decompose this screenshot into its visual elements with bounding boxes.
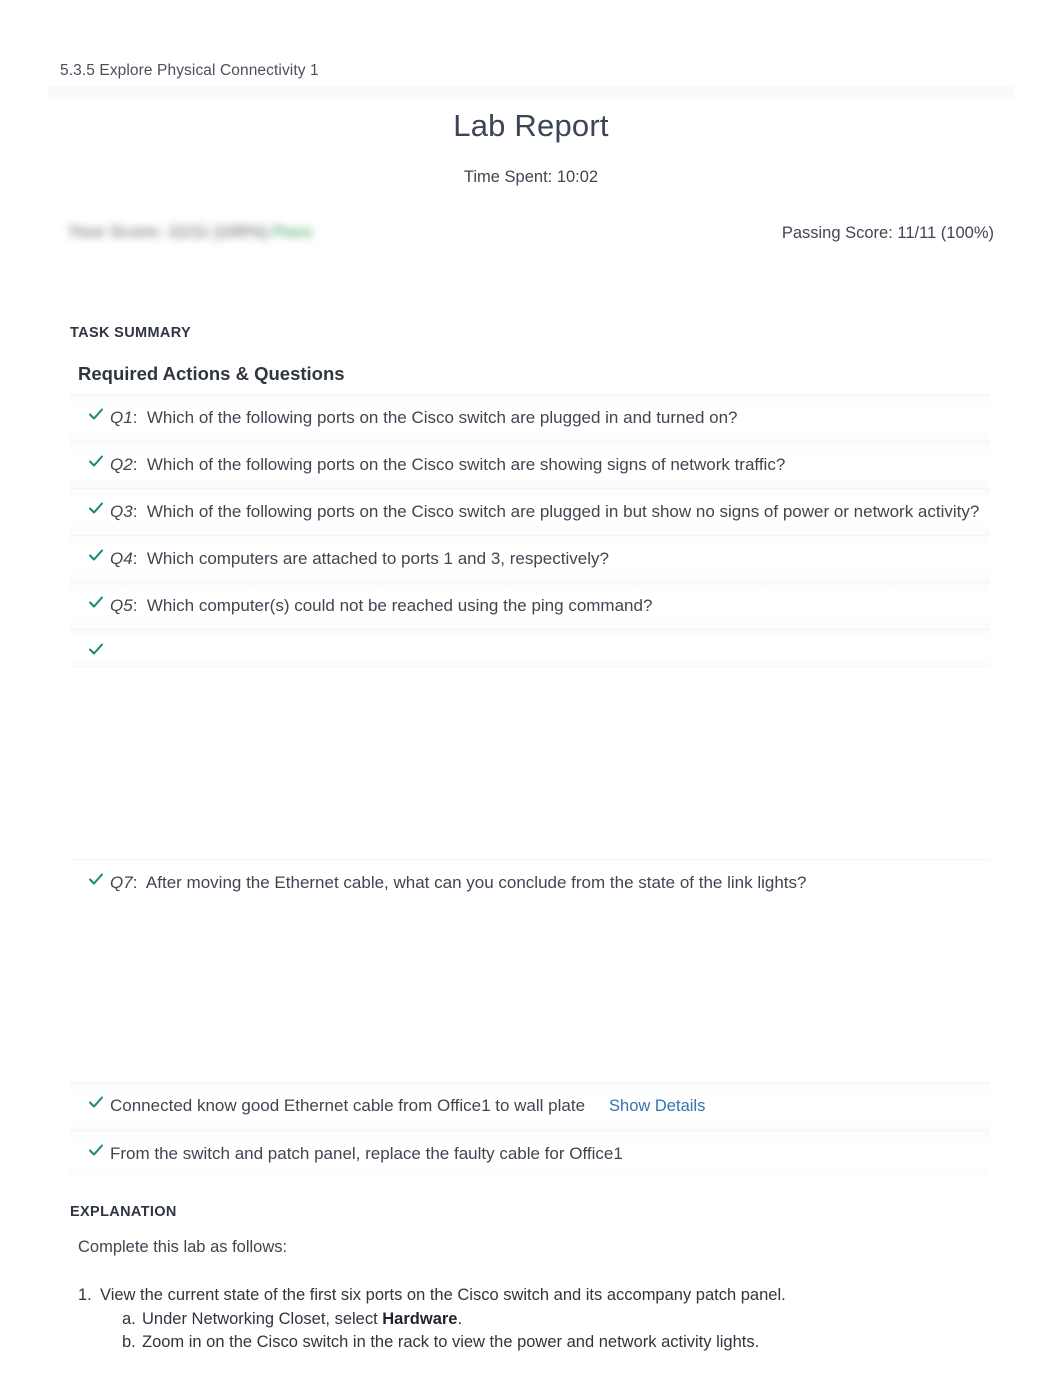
table-row: Q4: Which computers are attached to port… [70, 535, 990, 582]
question-label: Q1 [110, 408, 133, 427]
question-text: Which computer(s) could not be reached u… [146, 596, 653, 615]
check-icon [88, 500, 104, 516]
question-label: Q4 [110, 549, 133, 568]
step-text: View the current state of the first six … [100, 1286, 786, 1304]
task-summary-heading: TASK SUMMARY [70, 325, 191, 341]
your-score-redacted: Your Score: 11/11 (100%) Pass [68, 222, 312, 242]
task-row-text: Connected know good Ethernet cable from … [70, 1093, 990, 1119]
blank-answer-area-2 [70, 906, 990, 1082]
substep-number: b. [122, 1333, 136, 1351]
table-row: Q1: Which of the following ports on the … [70, 394, 990, 441]
list-item: b. Zoom in on the Cisco switch in the ra… [122, 1331, 978, 1355]
task-row-text: Q1: Which of the following ports on the … [110, 408, 738, 427]
question-label: Q3 [110, 502, 133, 521]
check-icon [88, 453, 104, 469]
table-row: Q2: Which of the following ports on the … [70, 441, 990, 488]
table-row: Q5: Which computer(s) could not be reach… [70, 582, 990, 629]
table-row [70, 629, 990, 667]
task-row-text: Q5: Which computer(s) could not be reach… [110, 596, 653, 615]
lab-report-page: 5.3.5 Explore Physical Connectivity 1 La… [0, 0, 1062, 1377]
check-icon [88, 1094, 104, 1110]
explanation-substeps: a. Under Networking Closet, select Hardw… [100, 1308, 978, 1355]
blank-answer-area [70, 667, 990, 859]
show-details-link[interactable]: Show Details [609, 1097, 705, 1115]
time-spent-text: Time Spent: 10:02 [463, 168, 599, 186]
check-icon [88, 547, 104, 563]
score-row: Your Score: 11/11 (100%) Pass Passing Sc… [0, 212, 1062, 260]
action-text: Connected know good Ethernet cable from … [110, 1096, 586, 1115]
substep-emphasis: Hardware [382, 1309, 458, 1328]
task-row-text [70, 640, 990, 656]
check-icon [88, 641, 104, 657]
list-item: 1. View the current state of the first s… [78, 1284, 978, 1355]
header-divider-band [48, 86, 1014, 100]
explanation-intro: Complete this lab as follows: [78, 1238, 288, 1256]
substep-number: a. [122, 1309, 136, 1328]
table-row: From the switch and patch panel, replace… [70, 1130, 990, 1177]
question-text: Which computers are attached to ports 1 … [146, 549, 609, 568]
breadcrumb: 5.3.5 Explore Physical Connectivity 1 [60, 62, 319, 79]
task-row-text: From the switch and patch panel, replace… [110, 1144, 623, 1163]
question-label: Q7 [110, 873, 133, 892]
task-row-text: Q2: Which of the following ports on the … [110, 455, 786, 474]
check-icon [88, 406, 104, 422]
passing-score-text: Passing Score: 11/11 (100%) [781, 224, 994, 242]
your-score-text: Your Score: 11/11 (100%) [68, 222, 269, 241]
explanation-steps: 1. View the current state of the first s… [78, 1284, 978, 1355]
task-row-text: Q3: Which of the following ports on the … [110, 502, 980, 521]
required-actions-heading: Required Actions & Questions [78, 363, 345, 384]
page-title: Lab Report [453, 108, 609, 143]
step-number: 1. [78, 1286, 92, 1304]
substep-text-suffix: . [457, 1309, 463, 1328]
check-icon [88, 871, 104, 887]
explanation-heading: EXPLANATION [70, 1204, 177, 1220]
task-row-text: Q7: After moving the Ethernet cable, wha… [110, 873, 807, 892]
check-icon [88, 594, 104, 610]
table-row: Q3: Which of the following ports on the … [70, 488, 990, 535]
your-score-status: Pass [272, 222, 313, 241]
substep-text-prefix: Under Networking Closet, select [142, 1309, 383, 1328]
check-icon [88, 1142, 104, 1158]
task-row-text: Q4: Which computers are attached to port… [110, 549, 609, 568]
substep-text-prefix: Zoom in on the Cisco switch in the rack … [142, 1333, 760, 1351]
question-text: Which of the following ports on the Cisc… [146, 502, 980, 521]
table-row: Connected know good Ethernet cable from … [70, 1082, 990, 1130]
question-text: After moving the Ethernet cable, what ca… [145, 873, 807, 892]
list-item: a. Under Networking Closet, select Hardw… [122, 1308, 978, 1332]
table-row: Q7: After moving the Ethernet cable, wha… [70, 859, 990, 906]
task-list: Q1: Which of the following ports on the … [70, 394, 990, 1177]
question-text: Which of the following ports on the Cisc… [146, 455, 786, 474]
question-text: Which of the following ports on the Cisc… [146, 408, 738, 427]
question-label: Q2 [110, 455, 133, 474]
question-label: Q5 [110, 596, 133, 615]
